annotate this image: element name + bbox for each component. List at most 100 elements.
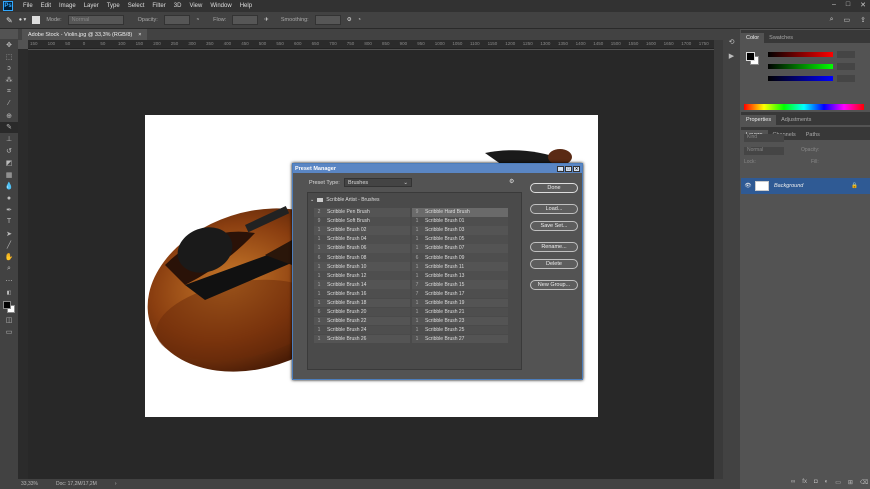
healing-brush-tool-icon[interactable]: ⊕ bbox=[0, 110, 18, 122]
red-slider[interactable] bbox=[768, 52, 833, 57]
play-action-icon[interactable]: ▶ bbox=[723, 52, 740, 66]
menu-select[interactable]: Select bbox=[124, 3, 149, 9]
preset-item[interactable]: 7 Scribble Brush 15 bbox=[412, 280, 508, 289]
lasso-tool-icon[interactable]: ↄ bbox=[0, 63, 18, 75]
preset-type-select[interactable]: Brushes ⌄ bbox=[344, 178, 412, 187]
close-icon[interactable]: ✕ bbox=[860, 1, 866, 9]
more-tools-icon[interactable]: ⋯ bbox=[0, 275, 18, 287]
preset-item[interactable]: 9 Scribble Soft Brush bbox=[314, 217, 410, 226]
preset-item[interactable]: 2 Scribble Pen Brush bbox=[314, 208, 410, 217]
maximize-icon[interactable]: □ bbox=[846, 1, 850, 9]
tab-properties[interactable]: Properties bbox=[741, 115, 777, 125]
search-icon[interactable]: ⌕ bbox=[830, 16, 834, 24]
preset-item[interactable]: 1 Scribble Brush 16 bbox=[314, 289, 410, 298]
airbrush-icon[interactable]: ✈ bbox=[264, 17, 269, 23]
magic-wand-tool-icon[interactable]: ⁂ bbox=[0, 74, 18, 86]
brush-tool-icon[interactable]: ✎ bbox=[6, 16, 13, 25]
preset-item[interactable]: 1 Scribble Brush 07 bbox=[412, 244, 508, 253]
menu-window[interactable]: Window bbox=[206, 3, 235, 9]
delete-button[interactable]: Delete bbox=[530, 259, 578, 269]
preset-item[interactable]: 1 Scribble Brush 26 bbox=[314, 334, 410, 344]
new-layer-icon[interactable]: ⊞ bbox=[848, 479, 853, 486]
default-colors-icon[interactable]: ◧ bbox=[0, 287, 18, 299]
brush-preset-picker[interactable]: ● ▾ bbox=[19, 17, 27, 23]
preset-item[interactable]: 1 Scribble Brush 25 bbox=[412, 325, 508, 335]
layer-filter-kind[interactable]: Kind bbox=[744, 134, 784, 142]
doc-size[interactable]: Doc: 17,2M/17,2M bbox=[56, 481, 97, 487]
red-field[interactable] bbox=[837, 51, 855, 58]
tab-adjustments[interactable]: Adjustments bbox=[776, 115, 816, 125]
color-spectrum[interactable] bbox=[744, 104, 864, 110]
preset-list[interactable]: ⌄ Scribble Artist - Brushes 2 Scribble Pe… bbox=[307, 192, 522, 370]
menu-type[interactable]: Type bbox=[103, 3, 124, 9]
preset-item[interactable]: 1 Scribble Brush 18 bbox=[314, 298, 410, 307]
shape-tool-icon[interactable]: ╱ bbox=[0, 240, 18, 252]
menu-filter[interactable]: Filter bbox=[148, 3, 169, 9]
done-button[interactable]: Done bbox=[530, 183, 578, 193]
folder-icon[interactable]: ▭ bbox=[835, 479, 841, 486]
preset-item[interactable]: 1 Scribble Brush 14 bbox=[314, 280, 410, 289]
green-slider[interactable] bbox=[768, 64, 833, 69]
gradient-tool-icon[interactable]: ▦ bbox=[0, 169, 18, 181]
eyedropper-tool-icon[interactable]: ⁄ bbox=[0, 98, 18, 110]
preset-item[interactable]: 1 Scribble Brush 13 bbox=[412, 271, 508, 280]
document-tab[interactable]: Adobe Stock - Violin.jpg @ 33,3% (RGB/8)… bbox=[22, 29, 148, 40]
chevron-right-icon[interactable]: › bbox=[115, 481, 117, 487]
preset-item[interactable]: 6 Scribble Brush 09 bbox=[412, 253, 508, 262]
preset-item[interactable]: 1 Scribble Brush 11 bbox=[412, 262, 508, 271]
marquee-tool-icon[interactable]: ⬚ bbox=[0, 51, 18, 63]
adjustment-icon[interactable]: ◐ bbox=[825, 479, 829, 486]
minimize-icon[interactable]: – bbox=[832, 1, 836, 9]
move-tool-icon[interactable]: ✥ bbox=[0, 39, 18, 51]
preset-item[interactable]: 7 Scribble Brush 17 bbox=[412, 289, 508, 298]
color-swatches[interactable] bbox=[0, 299, 18, 315]
menu-layer[interactable]: Layer bbox=[80, 3, 103, 9]
link-icon[interactable]: ∞ bbox=[791, 479, 795, 486]
tab-swatches[interactable]: Swatches bbox=[764, 33, 798, 43]
share-icon[interactable]: ⇪ bbox=[860, 16, 866, 24]
preset-item[interactable]: 1 Scribble Brush 04 bbox=[314, 235, 410, 244]
rename-button[interactable]: Rename... bbox=[530, 242, 578, 252]
foreground-color[interactable] bbox=[746, 52, 755, 61]
pen-tool-icon[interactable]: ✒ bbox=[0, 204, 18, 216]
quick-mask-icon[interactable]: ◫ bbox=[0, 315, 18, 327]
preset-item[interactable]: 1 Scribble Brush 24 bbox=[314, 325, 410, 335]
blur-tool-icon[interactable]: 💧 bbox=[0, 181, 18, 193]
tab-paths[interactable]: Paths bbox=[801, 130, 825, 140]
preset-item[interactable]: 1 Scribble Brush 12 bbox=[314, 271, 410, 280]
gear-icon[interactable]: ⚙ bbox=[509, 178, 514, 185]
zoom-level[interactable]: 33,33% bbox=[21, 481, 38, 487]
path-selection-tool-icon[interactable]: ➤ bbox=[0, 228, 18, 240]
preset-item[interactable]: 6 Scribble Brush 08 bbox=[314, 253, 410, 262]
menu-image[interactable]: Image bbox=[55, 3, 80, 9]
zoom-tool-icon[interactable]: ⌕ bbox=[0, 263, 18, 275]
preset-item[interactable]: 1 Scribble Brush 05 bbox=[412, 235, 508, 244]
group-header[interactable]: ⌄ Scribble Artist - Brushes bbox=[310, 196, 380, 204]
close-tab-icon[interactable]: × bbox=[138, 32, 141, 38]
mode-select[interactable]: Normal bbox=[67, 15, 124, 25]
dialog-minimize-icon[interactable]: _ bbox=[557, 165, 564, 172]
type-tool-icon[interactable]: T bbox=[0, 216, 18, 228]
smoothing-field[interactable] bbox=[314, 15, 341, 25]
chevron-down-icon[interactable]: ⌄ bbox=[310, 197, 314, 203]
new-group-button[interactable]: New Group... bbox=[530, 280, 578, 290]
crop-tool-icon[interactable]: ⌗ bbox=[0, 86, 18, 98]
preset-item[interactable]: 9 Scribble Hard Brush bbox=[412, 208, 508, 217]
preset-item[interactable]: 1 Scribble Brush 23 bbox=[412, 316, 508, 326]
preset-item[interactable]: 6 Scribble Brush 20 bbox=[314, 307, 410, 317]
opacity-field[interactable] bbox=[163, 15, 190, 25]
menu-edit[interactable]: Edit bbox=[37, 3, 55, 9]
blue-field[interactable] bbox=[837, 75, 855, 82]
preset-item[interactable]: 1 Scribble Brush 01 bbox=[412, 217, 508, 226]
eye-icon[interactable]: 👁 bbox=[741, 183, 755, 189]
stamp-tool-icon[interactable]: ⊥ bbox=[0, 133, 18, 145]
blue-slider[interactable] bbox=[768, 76, 833, 81]
fx-icon[interactable]: fx bbox=[802, 479, 807, 486]
menu-view[interactable]: View bbox=[185, 3, 206, 9]
layer-name[interactable]: Background bbox=[774, 183, 803, 189]
preset-item[interactable]: 1 Scribble Brush 03 bbox=[412, 226, 508, 235]
brush-panel-icon[interactable] bbox=[32, 16, 41, 24]
preset-item[interactable]: 1 Scribble Brush 21 bbox=[412, 307, 508, 317]
eraser-tool-icon[interactable]: ◩ bbox=[0, 157, 18, 169]
dialog-close-icon[interactable]: ✕ bbox=[573, 165, 580, 172]
